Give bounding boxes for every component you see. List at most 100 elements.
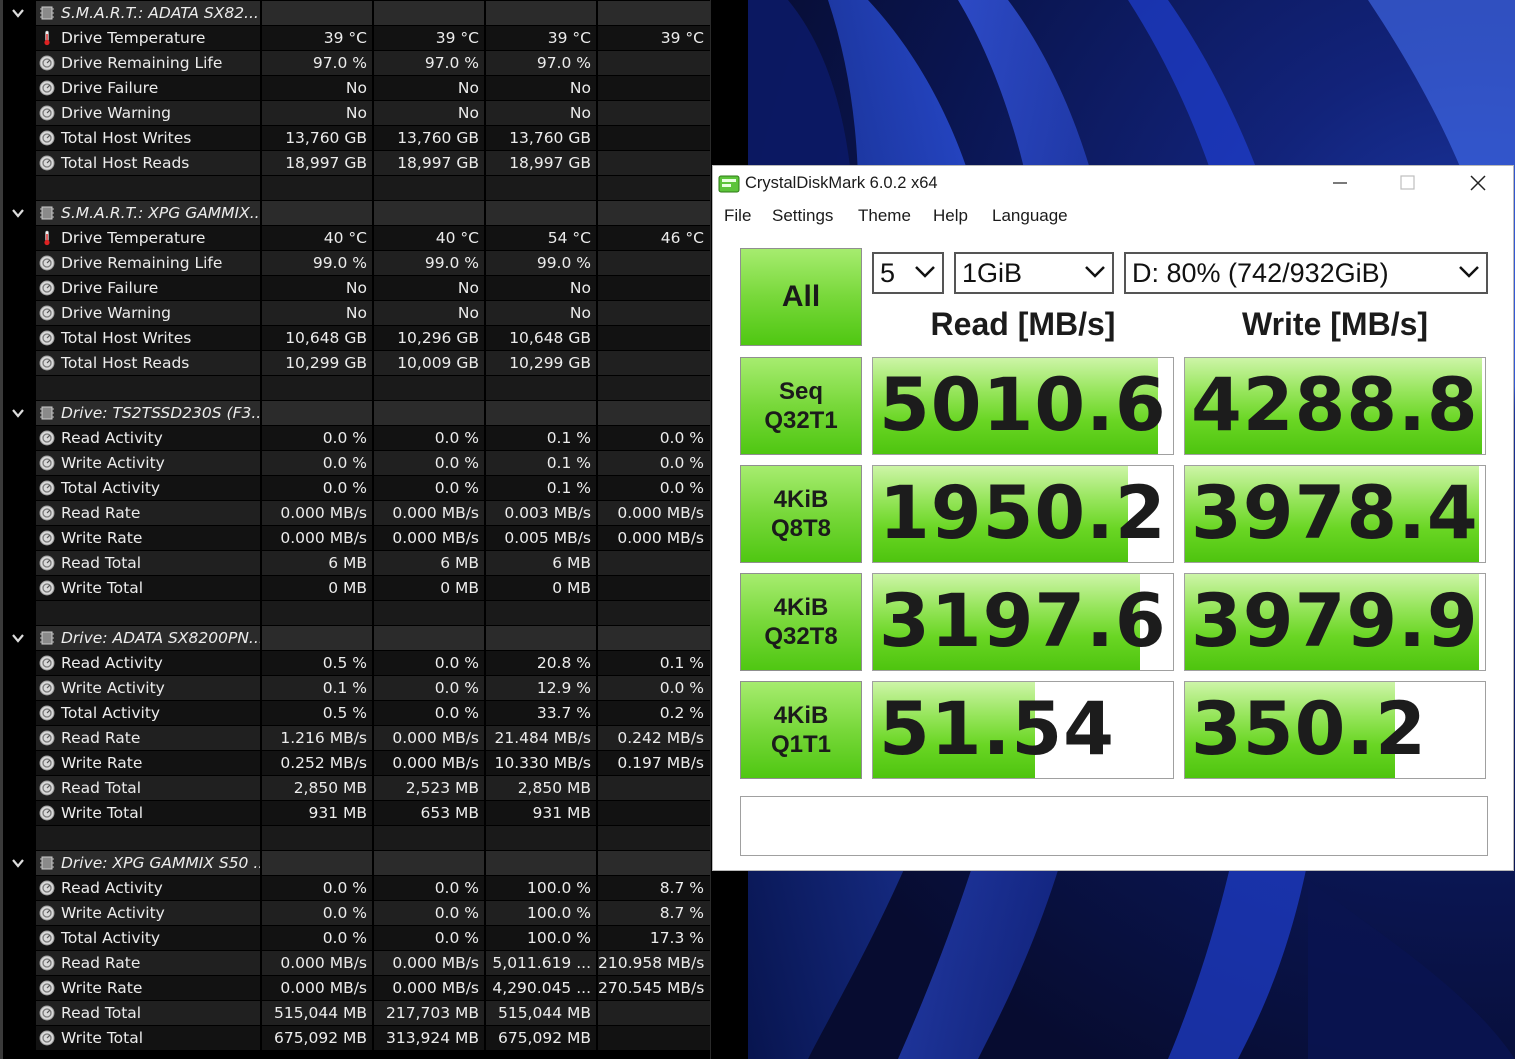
- panel-divider: [710, 0, 711, 1059]
- test-size-select[interactable]: 1GiB: [954, 252, 1114, 294]
- sensor-row[interactable]: Total Host Reads 10,299 GB 10,009 GB 10,299…: [0, 351, 710, 376]
- menu-help[interactable]: Help: [933, 206, 968, 226]
- sensor-group-header[interactable]: S.M.A.R.T.: ADATA SX82...: [0, 1, 710, 26]
- sensor-group-header[interactable]: Drive: ADATA SX8200PN...: [0, 626, 710, 651]
- sensor-row[interactable]: Drive Warning No No No: [0, 301, 710, 326]
- chevron-down-icon[interactable]: [8, 403, 28, 423]
- chevron-down-icon[interactable]: [8, 628, 28, 648]
- sensor-row[interactable]: Drive Remaining Life 99.0 % 99.0 % 99.0 %: [0, 251, 710, 276]
- sensor-row[interactable]: Read Rate 0.000 MB/s 0.000 MB/s 0.003 MB/s 0…: [0, 501, 710, 526]
- sensor-row[interactable]: Read Rate 0.000 MB/s 0.000 MB/s 5,011.619 .…: [0, 951, 710, 976]
- sensor-name: Total Activity: [36, 476, 260, 500]
- maximize-button[interactable]: [1373, 166, 1443, 202]
- sensor-group-header[interactable]: Drive: TS2TSSD230S (F3...: [0, 401, 710, 426]
- empty-cell: [36, 601, 260, 625]
- sensor-row[interactable]: Write Total 675,092 MB 313,924 MB 675,092 M…: [0, 1026, 710, 1051]
- sensor-value: 0.5 %: [262, 651, 372, 675]
- sensor-value: [598, 801, 710, 825]
- sensor-value: No: [262, 276, 372, 300]
- sensor-circle-icon: [39, 905, 55, 921]
- write-column-header: Write [MB/s]: [1241, 306, 1429, 342]
- sensor-value-cell: [374, 201, 484, 225]
- sensor-row[interactable]: Write Total 931 MB 653 MB 931 MB: [0, 801, 710, 826]
- sensor-row[interactable]: Write Activity 0.0 % 0.0 % 0.1 % 0.0 %: [0, 451, 710, 476]
- sensor-value: 313,924 MB: [374, 1026, 484, 1050]
- sensor-row[interactable]: Drive Warning No No No: [0, 101, 710, 126]
- minimize-button[interactable]: [1305, 166, 1375, 202]
- menu-theme[interactable]: Theme: [858, 206, 911, 226]
- sensor-name: Drive Remaining Life: [36, 51, 260, 75]
- sensor-value: No: [374, 301, 484, 325]
- sensor-name: Read Total: [36, 776, 260, 800]
- drive-select[interactable]: D: 80% (742/932GiB): [1124, 252, 1488, 294]
- test-count-select[interactable]: 5: [872, 252, 944, 294]
- sensor-group-title: S.M.A.R.T.: ADATA SX82...: [36, 1, 260, 25]
- close-button[interactable]: [1443, 166, 1513, 202]
- sensor-row[interactable]: Drive Temperature 40 °C 40 °C 54 °C 46 °C: [0, 226, 710, 251]
- write-result-value: 4288.8: [1191, 363, 1479, 448]
- title-bar[interactable]: CrystalDiskMark 6.0.2 x64: [713, 166, 1513, 202]
- chevron-down-icon[interactable]: [8, 3, 28, 23]
- sensor-row[interactable]: Total Activity 0.0 % 0.0 % 0.1 % 0.0 %: [0, 476, 710, 501]
- sensor-row[interactable]: Read Total 2,850 MB 2,523 MB 2,850 MB: [0, 776, 710, 801]
- sensor-name: Write Total: [36, 1026, 260, 1050]
- sensor-row[interactable]: Drive Remaining Life 97.0 % 97.0 % 97.0 %: [0, 51, 710, 76]
- read-result-box: 51.54: [872, 681, 1174, 779]
- sensor-row[interactable]: Write Rate 0.252 MB/s 0.000 MB/s 10.330 MB/…: [0, 751, 710, 776]
- sensor-value: 33.7 %: [486, 701, 596, 725]
- sensor-row[interactable]: Total Host Reads 18,997 GB 18,997 GB 18,997…: [0, 151, 710, 176]
- test-button[interactable]: 4KiB Q1T1: [740, 681, 862, 779]
- sensor-value: 0.0 %: [262, 901, 372, 925]
- crystaldiskmark-window[interactable]: CrystalDiskMark 6.0.2 x64 File Settings …: [712, 165, 1514, 871]
- comment-field[interactable]: [740, 796, 1488, 856]
- sensor-row[interactable]: Write Rate 0.000 MB/s 0.000 MB/s 4,290.045 …: [0, 976, 710, 1001]
- sensor-row[interactable]: Read Activity 0.0 % 0.0 % 0.1 % 0.0 %: [0, 426, 710, 451]
- read-result-box: 1950.2: [872, 465, 1174, 563]
- sensor-value: 99.0 %: [262, 251, 372, 275]
- sensor-row[interactable]: Drive Failure No No No: [0, 76, 710, 101]
- sensor-value: 0.0 %: [262, 926, 372, 950]
- sensor-row[interactable]: Read Activity 0.0 % 0.0 % 100.0 % 8.7 %: [0, 876, 710, 901]
- sensor-value: 10,299 GB: [486, 351, 596, 375]
- sensor-row[interactable]: Drive Temperature 39 °C 39 °C 39 °C 39 °C: [0, 26, 710, 51]
- menu-file[interactable]: File: [724, 206, 751, 226]
- sensor-row[interactable]: Total Activity 0.5 % 0.0 % 33.7 % 0.2 %: [0, 701, 710, 726]
- sensor-row[interactable]: Read Rate 1.216 MB/s 0.000 MB/s 21.484 MB/s…: [0, 726, 710, 751]
- menu-settings[interactable]: Settings: [772, 206, 833, 226]
- test-button[interactable]: Seq Q32T1: [740, 357, 862, 455]
- sensor-value: 675,092 MB: [262, 1026, 372, 1050]
- sensor-row[interactable]: Write Total 0 MB 0 MB 0 MB: [0, 576, 710, 601]
- sensor-row[interactable]: Drive Failure No No No: [0, 276, 710, 301]
- sensor-row[interactable]: Read Total 6 MB 6 MB 6 MB: [0, 551, 710, 576]
- chevron-down-icon: [1459, 266, 1479, 278]
- sensor-value: 675,092 MB: [486, 1026, 596, 1050]
- sensor-value: [598, 1001, 710, 1025]
- sensor-value: 0.000 MB/s: [374, 501, 484, 525]
- sensor-row[interactable]: Write Activity 0.0 % 0.0 % 100.0 % 8.7 %: [0, 901, 710, 926]
- menu-language[interactable]: Language: [992, 206, 1068, 226]
- sensor-row[interactable]: Read Total 515,044 MB 217,703 MB 515,044 MB: [0, 1001, 710, 1026]
- write-result-box: 3978.4: [1184, 465, 1486, 563]
- sensor-row[interactable]: Total Host Writes 13,760 GB 13,760 GB 13,76…: [0, 126, 710, 151]
- sensor-value: 0.000 MB/s: [374, 526, 484, 550]
- sensor-value: [598, 126, 710, 150]
- run-all-button[interactable]: All: [740, 248, 862, 346]
- sensor-group-header[interactable]: Drive: XPG GAMMIX S50 ...: [0, 851, 710, 876]
- sensor-row[interactable]: Read Activity 0.5 % 0.0 % 20.8 % 0.1 %: [0, 651, 710, 676]
- sensor-row[interactable]: Total Host Writes 10,648 GB 10,296 GB 10,64…: [0, 326, 710, 351]
- sensor-name: Drive Failure: [36, 276, 260, 300]
- sensor-row[interactable]: Write Rate 0.000 MB/s 0.000 MB/s 0.005 MB/s…: [0, 526, 710, 551]
- sensor-group-header[interactable]: S.M.A.R.T.: XPG GAMMIX...: [0, 201, 710, 226]
- test-button[interactable]: 4KiB Q32T8: [740, 573, 862, 671]
- chevron-down-icon[interactable]: [8, 203, 28, 223]
- empty-cell: [486, 826, 596, 850]
- sensor-row[interactable]: Total Activity 0.0 % 0.0 % 100.0 % 17.3 %: [0, 926, 710, 951]
- chevron-down-icon[interactable]: [8, 853, 28, 873]
- test-button[interactable]: 4KiB Q8T8: [740, 465, 862, 563]
- sensor-circle-icon: [39, 130, 55, 146]
- sensor-value-cell: [486, 626, 596, 650]
- sensor-value: 0.1 %: [486, 426, 596, 450]
- sensor-value: 100.0 %: [486, 876, 596, 900]
- empty-cell: [598, 826, 710, 850]
- sensor-row[interactable]: Write Activity 0.1 % 0.0 % 12.9 % 0.0 %: [0, 676, 710, 701]
